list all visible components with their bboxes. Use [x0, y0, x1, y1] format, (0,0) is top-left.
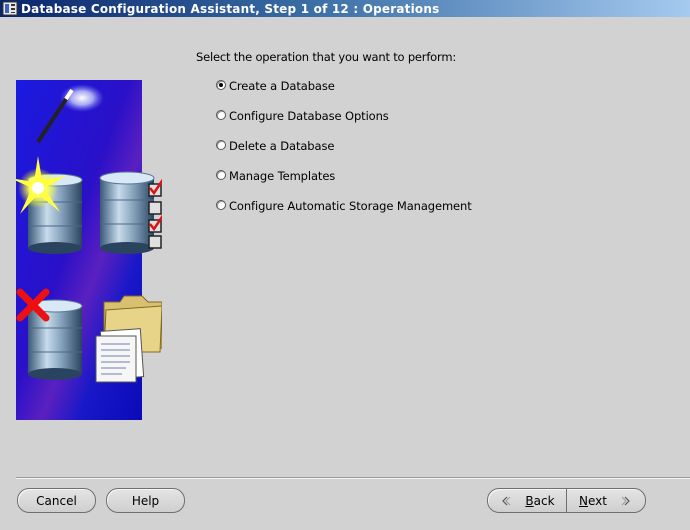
radio-configure-asm[interactable]: Configure Automatic Storage Management — [216, 198, 472, 214]
window-title: Database Configuration Assistant, Step 1… — [21, 1, 440, 16]
folder-documents-icon — [95, 295, 162, 383]
radio-button[interactable] — [216, 140, 226, 150]
radio-button[interactable] — [216, 110, 226, 120]
next-button[interactable]: Next — [567, 489, 645, 512]
radio-delete-database[interactable]: Delete a Database — [216, 138, 334, 154]
help-button[interactable]: Help — [106, 488, 185, 513]
radio-create-database[interactable]: Create a Database — [216, 78, 335, 94]
radio-label: Manage Templates — [229, 169, 336, 183]
back-button[interactable]: Back — [488, 489, 566, 512]
radio-button-checked[interactable] — [216, 80, 226, 90]
radio-label: Configure Automatic Storage Management — [229, 199, 472, 213]
help-button-label: Help — [131, 493, 160, 508]
cancel-button-label: Cancel — [36, 493, 77, 508]
radio-button[interactable] — [216, 170, 226, 180]
radio-button[interactable] — [216, 200, 226, 210]
radio-label: Create a Database — [229, 79, 335, 93]
checklist-icon — [148, 178, 162, 249]
navigation-button-group: Back Next — [487, 488, 646, 513]
chevron-right-icon — [621, 496, 630, 505]
title-bar: Database Configuration Assistant, Step 1… — [0, 0, 690, 17]
operation-prompt: Select the operation that you want to pe… — [196, 50, 457, 64]
cancel-button[interactable]: Cancel — [17, 488, 96, 513]
radio-manage-templates[interactable]: Manage Templates — [216, 168, 335, 184]
back-button-label: Back — [525, 493, 555, 508]
footer-separator — [16, 477, 690, 479]
radio-label: Configure Database Options — [229, 109, 389, 123]
wizard-illustration — [16, 80, 162, 420]
database-app-icon — [2, 1, 18, 16]
chevron-left-icon — [502, 496, 511, 505]
radio-label: Delete a Database — [229, 139, 335, 153]
radio-configure-database-options[interactable]: Configure Database Options — [216, 108, 389, 124]
database-cylinder-icon — [99, 171, 155, 254]
next-button-label: Next — [579, 493, 607, 508]
